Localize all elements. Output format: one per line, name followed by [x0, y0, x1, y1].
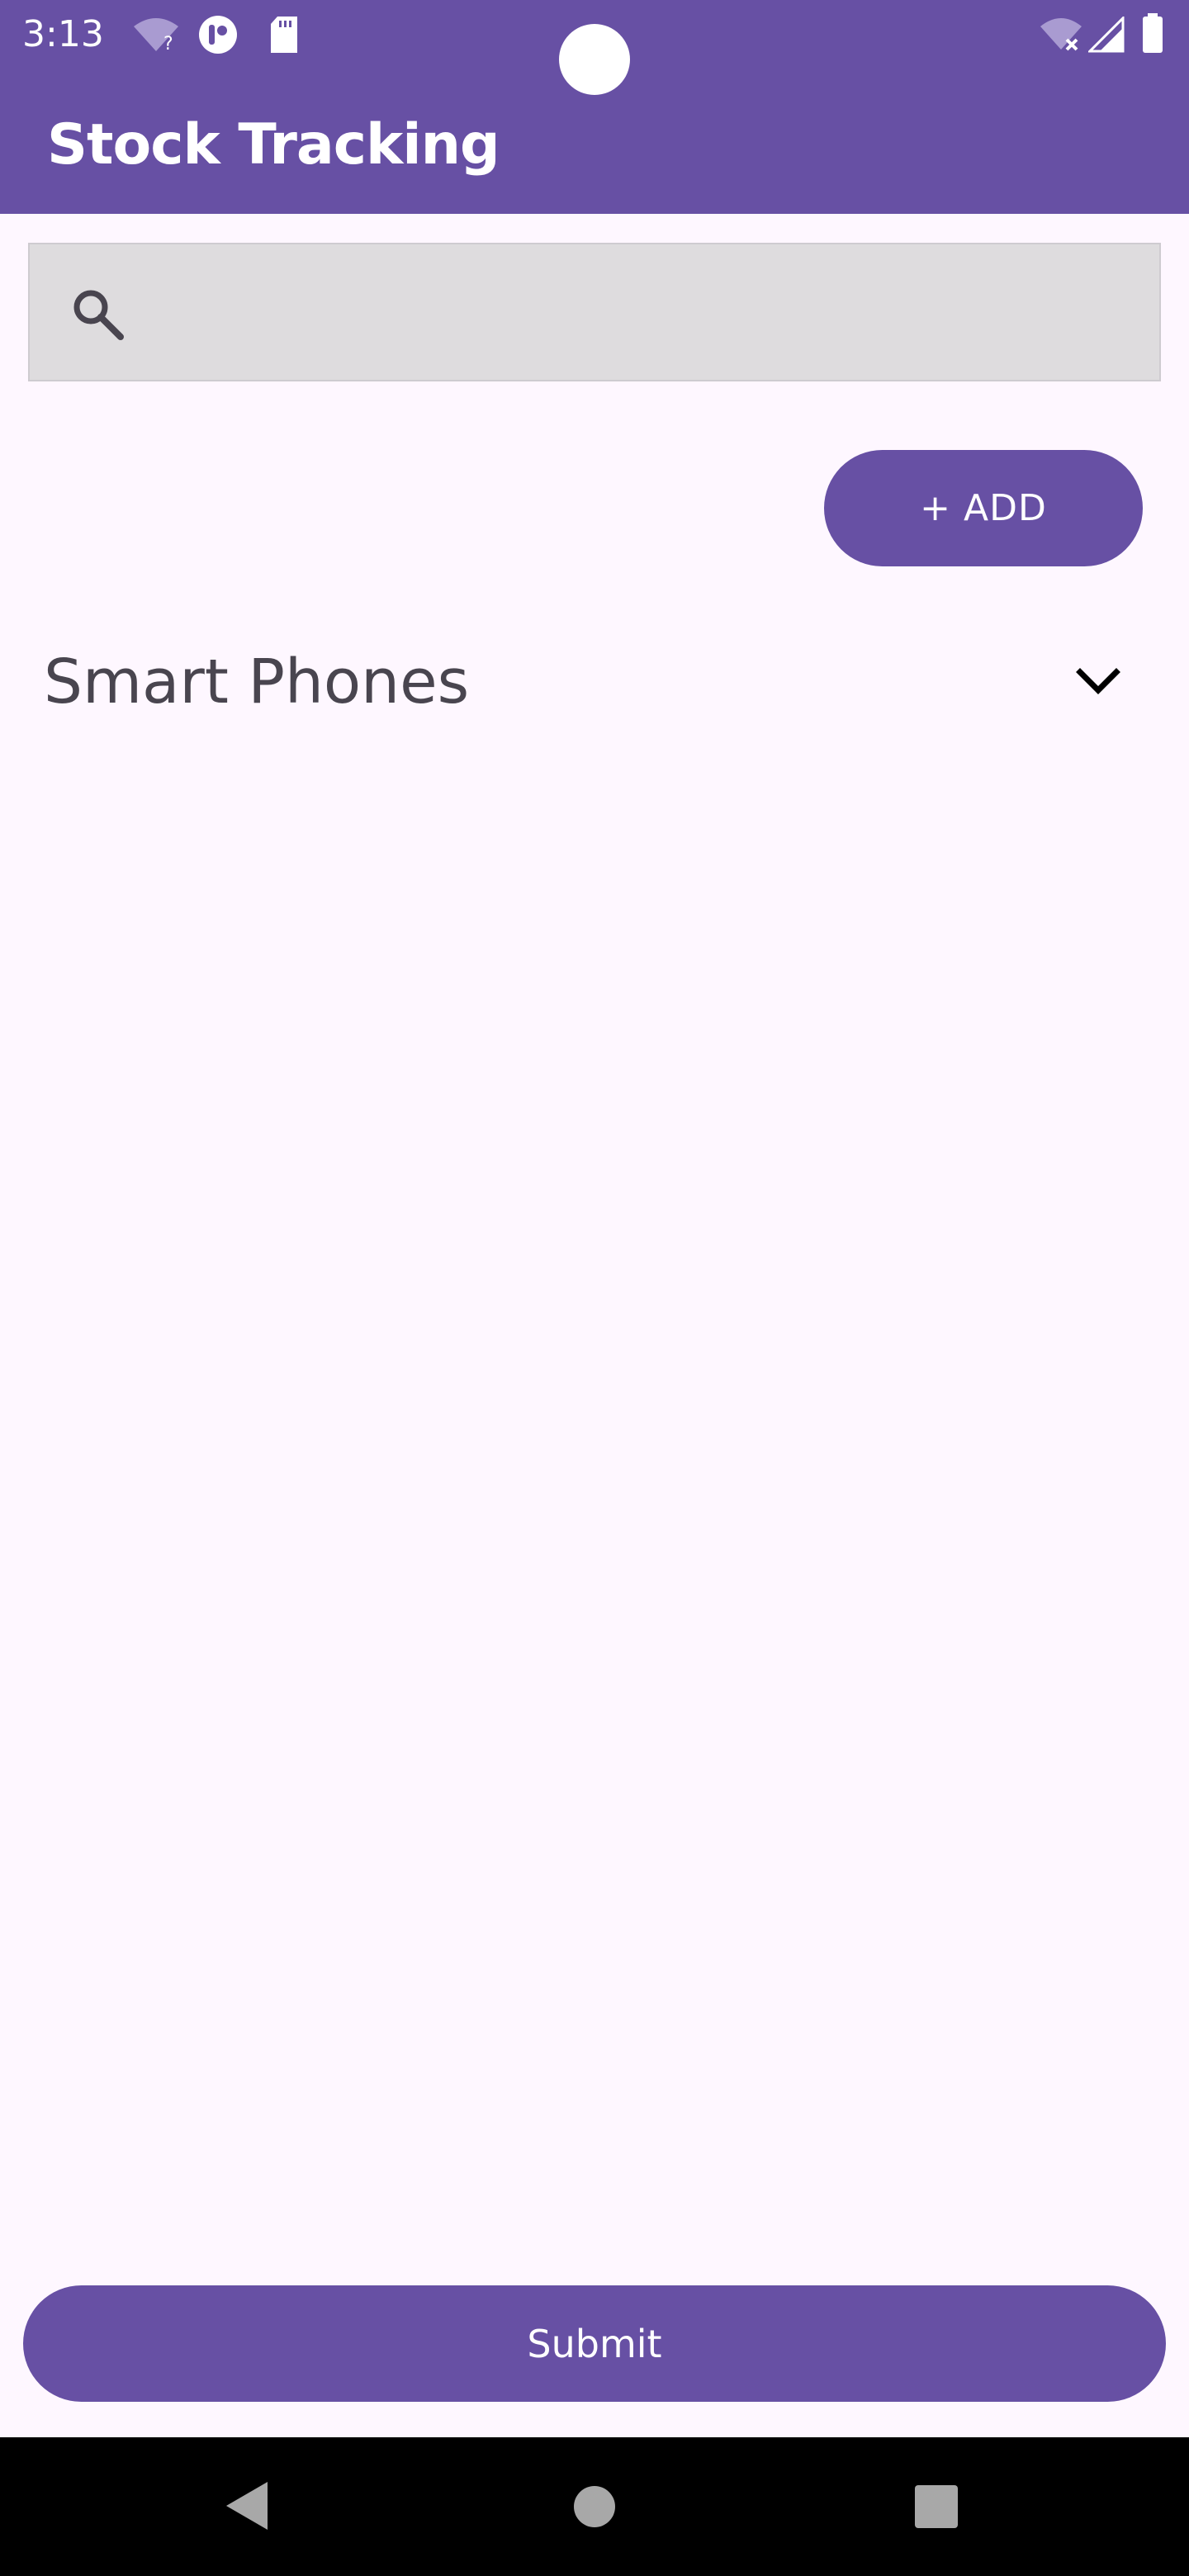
- wifi-off-icon: [1040, 18, 1082, 51]
- category-dropdown[interactable]: Smart Phones: [0, 627, 1189, 735]
- category-label: Smart Phones: [44, 646, 470, 717]
- wifi-unknown-icon: ?: [134, 18, 178, 53]
- home-icon[interactable]: [573, 2485, 616, 2528]
- battery-icon: [1143, 13, 1163, 53]
- sd-card-icon: [271, 17, 297, 53]
- recents-icon[interactable]: [915, 2485, 958, 2528]
- submit-button[interactable]: Submit: [23, 2285, 1166, 2402]
- page-title: Stock Tracking: [47, 112, 500, 178]
- signal-icon: [1088, 17, 1125, 53]
- add-button[interactable]: + ADD: [824, 450, 1143, 566]
- top-app-bar: 3:13 ? Stock Tracking: [0, 0, 1189, 214]
- app-notification-icon: [199, 16, 237, 54]
- search-icon: [73, 290, 124, 340]
- search-bar[interactable]: [28, 243, 1161, 381]
- chevron-down-icon[interactable]: [1075, 665, 1121, 698]
- add-button-label: + ADD: [920, 487, 1047, 529]
- submit-button-label: Submit: [527, 2321, 662, 2366]
- camera-cutout: [559, 24, 630, 95]
- status-time: 3:13: [22, 13, 104, 55]
- back-icon[interactable]: [225, 2480, 271, 2531]
- search-input[interactable]: [154, 261, 1131, 365]
- system-navigation-bar: [0, 2437, 1189, 2576]
- svg-text:?: ?: [163, 34, 173, 53]
